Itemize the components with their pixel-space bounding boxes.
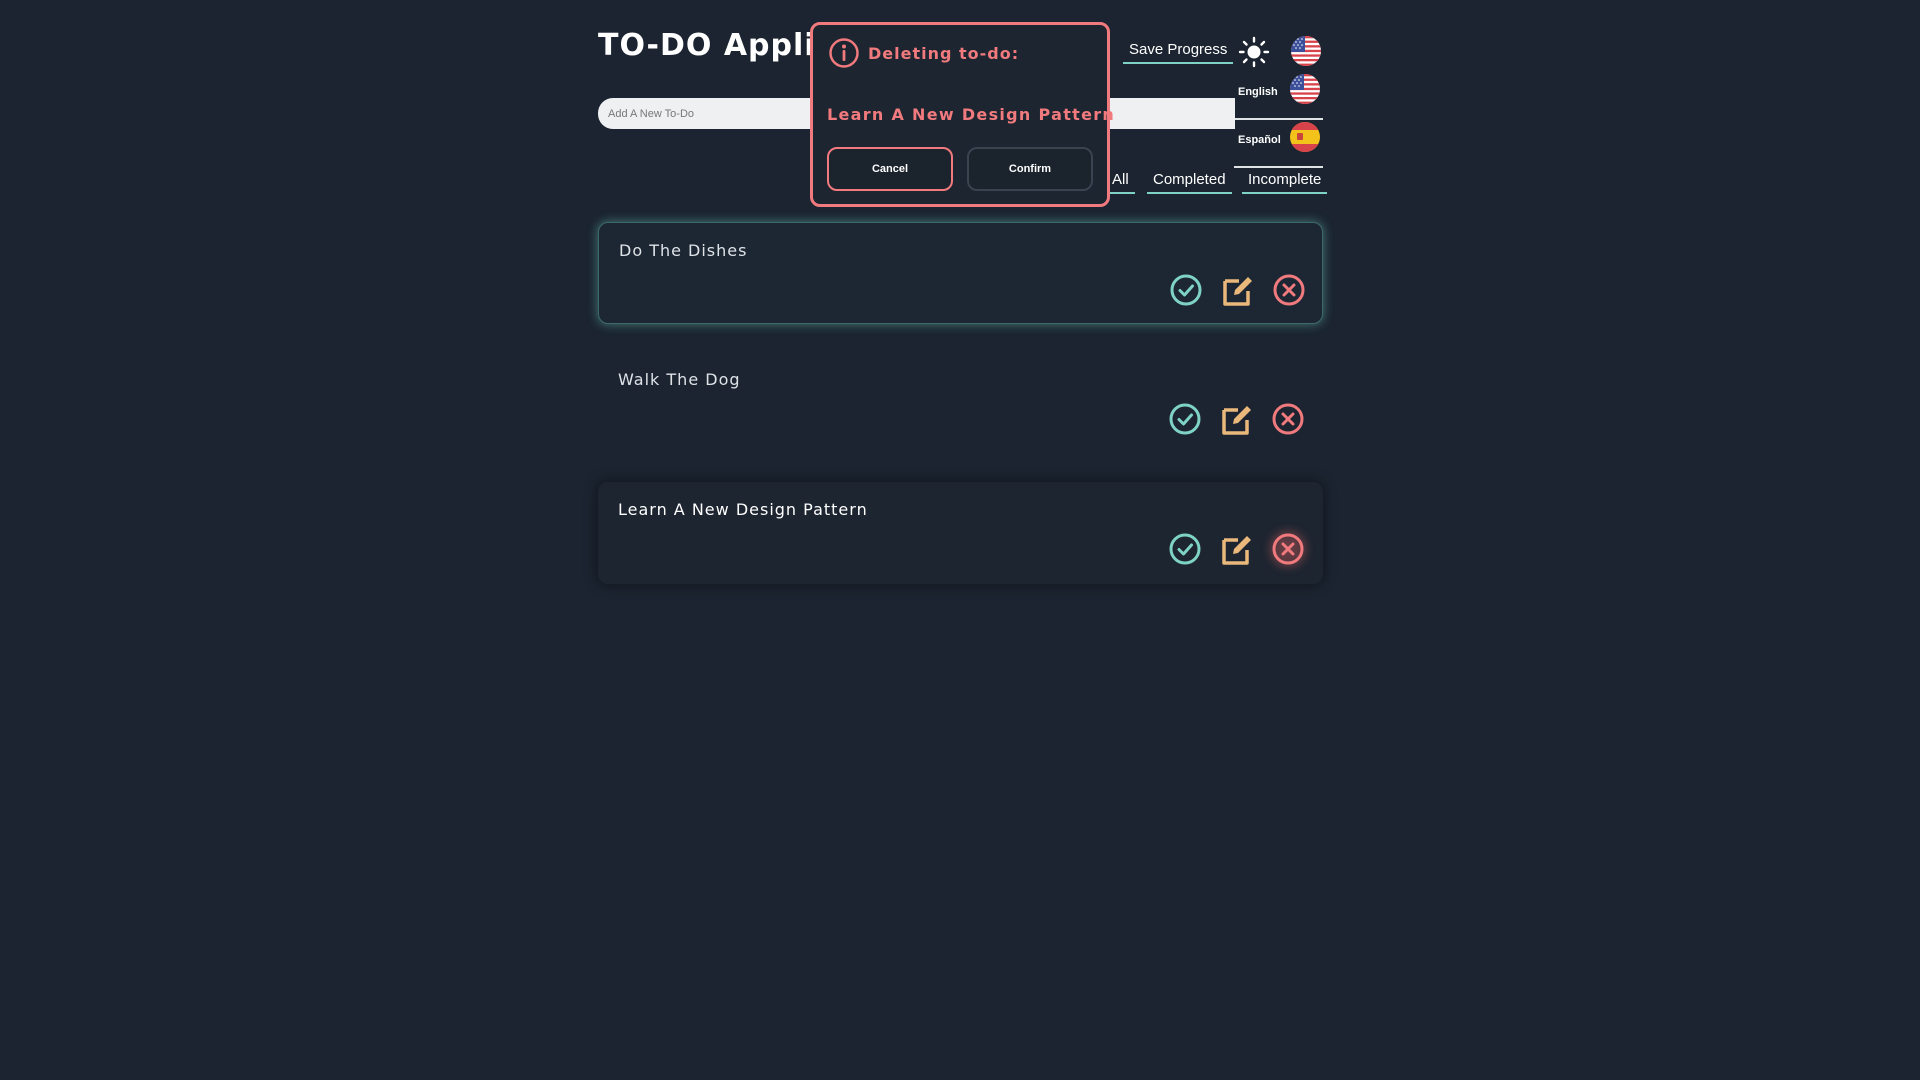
delete-confirm-dialog: Deleting to-do: Learn A New Design Patte… xyxy=(810,22,1114,207)
language-label: English xyxy=(1238,86,1278,98)
check-icon[interactable] xyxy=(1168,402,1202,436)
confirm-button[interactable]: Confirm xyxy=(967,147,1093,191)
edit-icon[interactable] xyxy=(1221,273,1255,307)
language-label: Español xyxy=(1238,134,1281,146)
check-icon[interactable] xyxy=(1168,532,1202,566)
filter-completed-button[interactable]: Completed xyxy=(1147,166,1232,194)
language-menu: English Español xyxy=(1234,72,1323,168)
todo-actions xyxy=(1168,532,1308,566)
todo-text: Do The Dishes xyxy=(619,241,748,260)
info-icon xyxy=(829,38,859,68)
delete-icon[interactable] xyxy=(1272,273,1306,307)
todo-text: Walk The Dog xyxy=(618,370,741,389)
check-icon[interactable] xyxy=(1169,273,1203,307)
us-flag-icon xyxy=(1290,74,1320,104)
language-option-spanish[interactable]: Español xyxy=(1234,120,1323,168)
us-flag-icon[interactable] xyxy=(1291,36,1321,66)
filter-all-button[interactable]: All xyxy=(1106,166,1135,194)
filter-incomplete-button[interactable]: Incomplete xyxy=(1242,166,1328,194)
language-option-english[interactable]: English xyxy=(1234,72,1323,120)
sun-icon[interactable] xyxy=(1238,36,1270,68)
todo-item: Walk The Dog xyxy=(598,352,1323,454)
dialog-item-name: Learn A New Design Pattern xyxy=(827,105,1116,124)
edit-icon[interactable] xyxy=(1220,402,1254,436)
cancel-button[interactable]: Cancel xyxy=(827,147,953,191)
spain-flag-icon xyxy=(1290,122,1320,152)
delete-icon[interactable] xyxy=(1271,402,1305,436)
save-progress-button[interactable]: Save Progress xyxy=(1123,36,1234,64)
delete-icon[interactable] xyxy=(1271,532,1305,566)
todo-item: Learn A New Design Pattern xyxy=(598,482,1323,584)
todo-text: Learn A New Design Pattern xyxy=(618,500,868,519)
todo-actions xyxy=(1168,402,1308,436)
edit-icon[interactable] xyxy=(1220,532,1254,566)
todo-item: Do The Dishes xyxy=(598,222,1323,324)
todo-actions xyxy=(1169,273,1309,307)
dialog-heading: Deleting to-do: xyxy=(868,44,1020,63)
